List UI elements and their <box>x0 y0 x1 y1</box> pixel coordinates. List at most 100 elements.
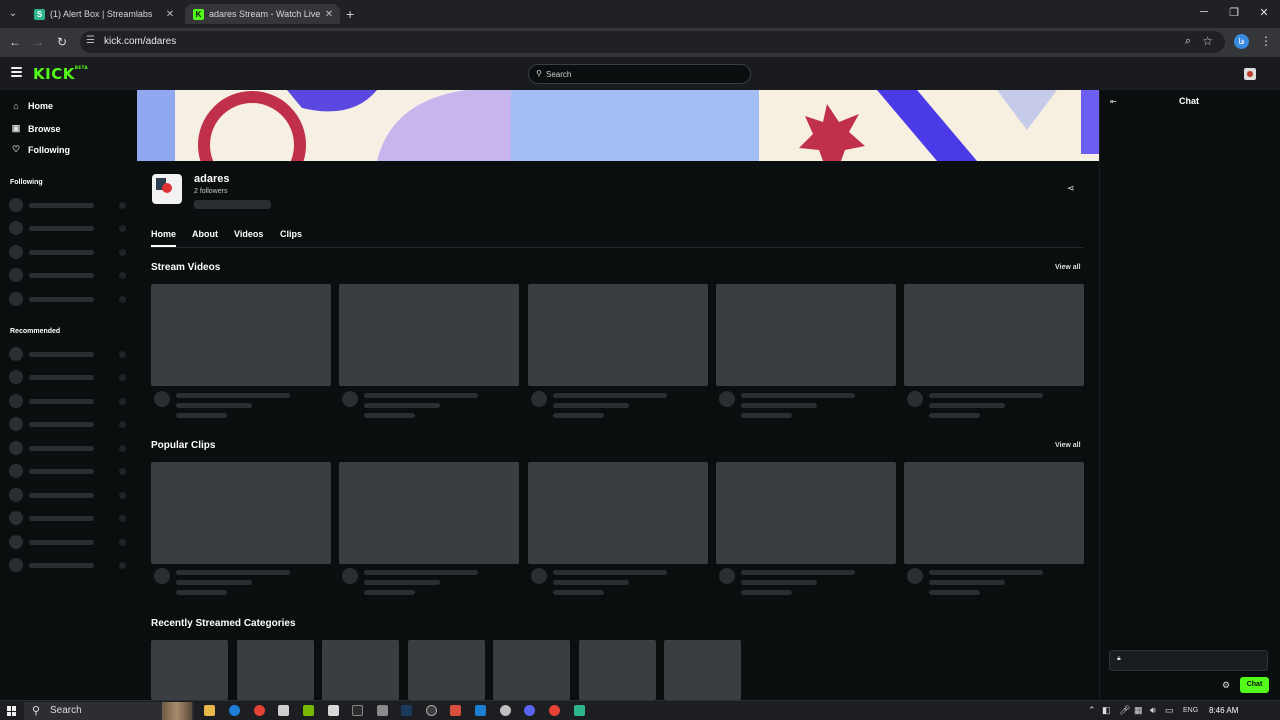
category-card-skeleton[interactable] <box>151 640 228 700</box>
stream-videos-view-all-link[interactable]: View all <box>1055 264 1081 271</box>
chat-send-button[interactable]: Chat <box>1240 677 1269 693</box>
close-window-button[interactable]: ✕ <box>1254 6 1274 19</box>
clip-card-skeleton[interactable] <box>528 462 708 564</box>
hamburger-menu-icon[interactable] <box>11 67 22 77</box>
kick-logo[interactable]: KICKBETA <box>33 65 88 83</box>
recommended-heading: Recommended <box>10 328 61 335</box>
popular-clips-view-all-link[interactable]: View all <box>1055 442 1081 449</box>
logo-text: KICK <box>33 65 75 83</box>
app-icon[interactable] <box>377 705 388 716</box>
follower-count: 2 followers <box>194 188 228 195</box>
user-avatar[interactable] <box>1244 68 1256 80</box>
recommended-skeleton-row <box>9 488 129 502</box>
close-tab-icon[interactable]: ✕ <box>322 9 336 20</box>
profile-avatar[interactable]: فا <box>1234 34 1249 49</box>
clip-card-skeleton[interactable] <box>151 462 331 564</box>
video-meta-skeleton <box>528 391 708 423</box>
edge-icon[interactable] <box>229 705 240 716</box>
video-card-skeleton[interactable] <box>151 284 331 386</box>
taskbar-search-input[interactable]: ⚲ Search <box>24 702 194 720</box>
zoom-icon[interactable]: ⌕ <box>1185 35 1191 48</box>
sidebar-item-following[interactable]: ♡ Following <box>10 144 70 155</box>
chat-input[interactable]: 🔒︎ <box>1109 650 1268 671</box>
discord-icon[interactable] <box>524 705 535 716</box>
maximize-button[interactable]: ❐ <box>1224 6 1244 19</box>
search-icon: ⚲ <box>32 705 41 717</box>
tab-videos[interactable]: Videos <box>234 229 263 239</box>
chrome-icon[interactable] <box>254 705 265 716</box>
forward-icon[interactable]: → <box>30 34 46 50</box>
recommended-skeleton-row <box>9 464 129 478</box>
windows-start-icon[interactable] <box>7 706 17 716</box>
video-card-skeleton[interactable] <box>339 284 519 386</box>
category-card-skeleton[interactable] <box>408 640 485 700</box>
chrome-icon[interactable] <box>549 705 560 716</box>
streamlabs-icon[interactable] <box>574 705 585 716</box>
browser-menu-icon[interactable]: ⋮ <box>1260 34 1272 48</box>
video-card-skeleton[interactable] <box>528 284 708 386</box>
browser-tab-kick[interactable]: K adares Stream - Watch Live on ✕ <box>185 4 340 24</box>
app-icon[interactable] <box>450 705 461 716</box>
chat-settings-gear-icon[interactable]: ⚙ <box>1222 680 1230 691</box>
notepad-icon[interactable] <box>278 705 289 716</box>
video-card-skeleton[interactable] <box>904 284 1084 386</box>
category-card-skeleton[interactable] <box>237 640 314 700</box>
sidebar-item-home[interactable]: ⌂ Home <box>10 101 53 111</box>
obs-icon[interactable] <box>426 705 437 716</box>
share-icon[interactable]: ⋖ <box>1067 183 1075 194</box>
microphone-icon[interactable]: 🎤︎ <box>1119 705 1130 716</box>
file-explorer-icon[interactable] <box>204 705 215 716</box>
calculator-icon[interactable] <box>328 705 339 716</box>
tab-search-icon[interactable]: ⌄ <box>6 7 20 21</box>
channel-avatar[interactable] <box>152 174 182 204</box>
network-icon[interactable]: ▭ <box>1165 705 1174 716</box>
tab-home[interactable]: Home <box>151 229 176 239</box>
app-icon[interactable] <box>500 705 511 716</box>
clip-card-skeleton[interactable] <box>716 462 896 564</box>
tray-app-icon[interactable]: ◧ <box>1102 705 1111 716</box>
omnibox[interactable]: ☰ kick.com/adares ⌕ ☆ <box>80 31 1225 53</box>
sidebar-item-browse[interactable]: ▣ Browse <box>10 123 61 134</box>
search-input[interactable]: ⚲ Search <box>528 64 751 84</box>
url-text[interactable]: kick.com/adares <box>104 36 176 47</box>
site-info-icon[interactable]: ☰ <box>86 35 95 46</box>
channel-name[interactable]: adares <box>194 173 229 185</box>
clip-card-skeleton[interactable] <box>904 462 1084 564</box>
volume-icon[interactable]: 🔊︎ <box>1150 705 1156 716</box>
clip-card-skeleton[interactable] <box>339 462 519 564</box>
language-indicator[interactable]: ENG <box>1183 707 1198 714</box>
section-title-stream-videos: Stream Videos <box>151 262 221 273</box>
category-card-skeleton[interactable] <box>493 640 570 700</box>
terminal-icon[interactable] <box>352 705 363 716</box>
following-skeleton-row <box>9 198 129 212</box>
chat-title: Chat <box>1179 96 1199 106</box>
back-icon[interactable]: ← <box>7 34 23 50</box>
address-bar-row: ← → ↻ ☰ kick.com/adares ⌕ ☆ فا ⋮ <box>0 28 1280 57</box>
category-card-skeleton[interactable] <box>664 640 741 700</box>
video-card-skeleton[interactable] <box>716 284 896 386</box>
close-tab-icon[interactable]: ✕ <box>163 9 177 20</box>
search-placeholder: Search <box>546 70 572 79</box>
sidebar-item-label: Browse <box>28 123 61 134</box>
taskbar-clock[interactable]: 8:46 AM <box>1209 706 1238 715</box>
collapse-chat-icon[interactable]: ⇤ <box>1110 97 1117 106</box>
tray-overflow-icon[interactable]: ⌃ <box>1088 705 1096 716</box>
new-tab-button[interactable]: + <box>346 6 354 22</box>
recommended-skeleton-row <box>9 558 129 572</box>
tab-clips[interactable]: Clips <box>280 229 302 239</box>
facebook-icon[interactable] <box>475 705 486 716</box>
tab-title: (1) Alert Box | Streamlabs <box>50 9 153 19</box>
category-card-skeleton[interactable] <box>322 640 399 700</box>
browser-tab-bar: ⌄ S (1) Alert Box | Streamlabs ✕ K adare… <box>0 0 1280 28</box>
display-icon[interactable]: ▦ <box>1134 705 1143 716</box>
browser-tab-streamlabs[interactable]: S (1) Alert Box | Streamlabs ✕ <box>26 4 181 24</box>
bookmark-star-icon[interactable]: ☆ <box>1202 34 1213 48</box>
streamlabs-favicon-icon: S <box>34 8 45 20</box>
steam-icon[interactable] <box>401 705 412 716</box>
minimize-button[interactable]: ─ <box>1194 6 1214 18</box>
tab-about[interactable]: About <box>192 229 218 239</box>
clip-meta-skeleton <box>904 568 1084 600</box>
category-card-skeleton[interactable] <box>579 640 656 700</box>
reload-icon[interactable]: ↻ <box>54 34 70 50</box>
nvidia-icon[interactable] <box>303 705 314 716</box>
